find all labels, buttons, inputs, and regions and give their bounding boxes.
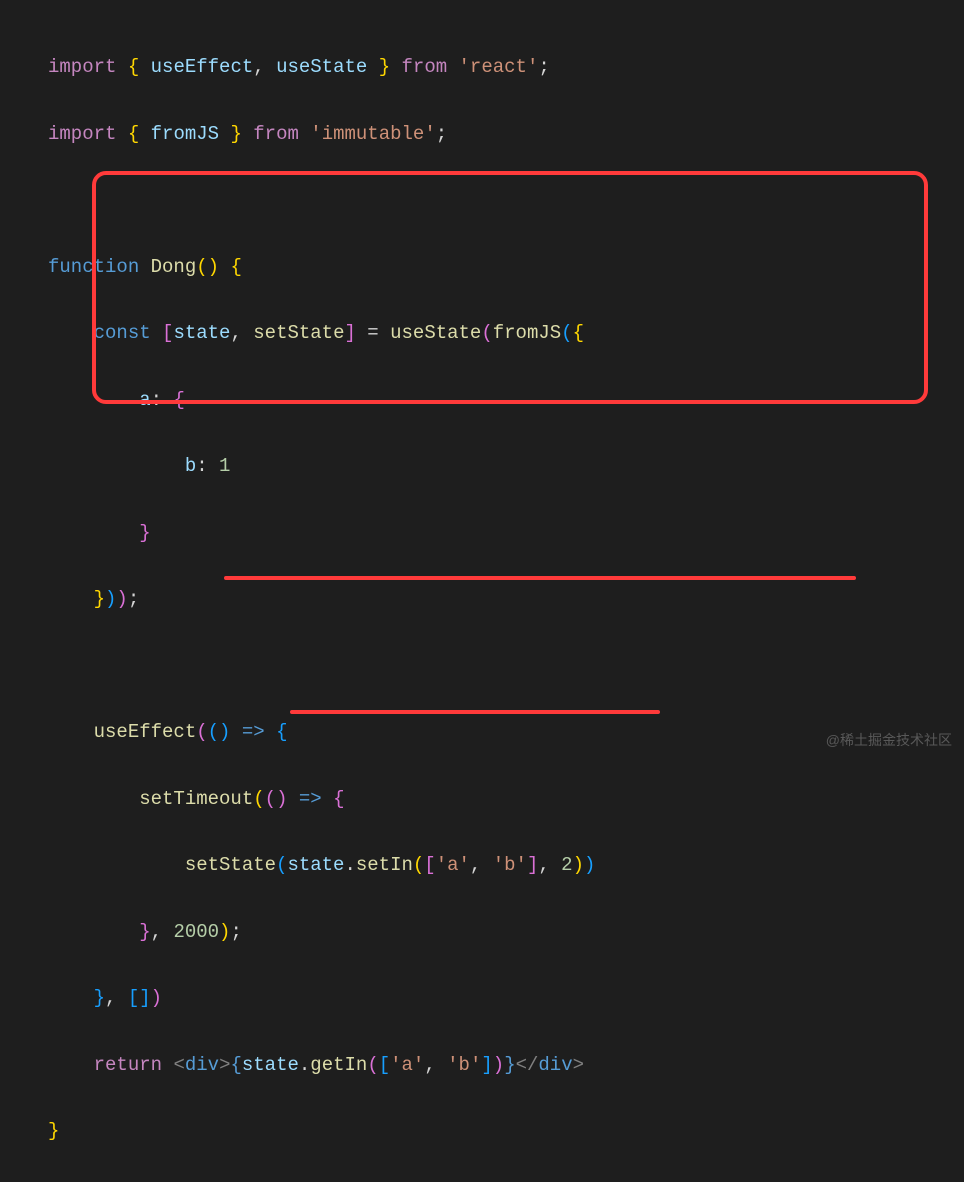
call-fromjs: fromJS <box>493 322 561 344</box>
arrow: => <box>242 721 265 743</box>
keyword-const: const <box>94 322 151 344</box>
code-line-empty <box>48 650 964 683</box>
code-line: return <div>{state.getIn(['a', 'b'])}</d… <box>48 1049 964 1082</box>
identifier-dong: Dong <box>151 256 197 278</box>
jsx-tag-div: div <box>185 1054 219 1076</box>
prop-a: a <box>139 389 150 411</box>
identifier-useeffect: useEffect <box>151 56 254 78</box>
code-line: setState(state.setIn(['a', 'b'], 2)) <box>48 849 964 882</box>
code-line: }, []) <box>48 982 964 1015</box>
identifier-fromjs: fromJS <box>151 123 219 145</box>
highlight-underline <box>290 710 660 714</box>
code-line: setTimeout(() => { <box>48 783 964 816</box>
keyword-import: import <box>48 56 116 78</box>
string-react: 'react' <box>459 56 539 78</box>
call-useeffect: useEffect <box>94 721 197 743</box>
call-setstate: setState <box>185 854 276 876</box>
watermark: @稀土掘金技术社区 <box>826 728 952 753</box>
code-line: } <box>48 1115 964 1148</box>
call-usestate: useState <box>390 322 481 344</box>
identifier-setstate: setState <box>253 322 344 344</box>
string-immutable: 'immutable' <box>310 123 435 145</box>
keyword-return: return <box>94 1054 162 1076</box>
identifier-state: state <box>287 854 344 876</box>
code-line-empty <box>48 184 964 217</box>
identifier-state: state <box>173 322 230 344</box>
code-line: import { useEffect, useState } from 'rea… <box>48 51 964 84</box>
code-line: a: { <box>48 384 964 417</box>
call-getin: getIn <box>310 1054 367 1076</box>
code-line: const [state, setState] = useState(fromJ… <box>48 317 964 350</box>
literal-timeout: 2000 <box>173 921 219 943</box>
literal-two: 2 <box>561 854 572 876</box>
code-line: })); <box>48 583 964 616</box>
keyword-function: function <box>48 256 139 278</box>
call-settimeout: setTimeout <box>139 788 253 810</box>
code-line: }, 2000); <box>48 916 964 949</box>
keyword-from: from <box>402 56 448 78</box>
prop-b: b <box>185 455 196 477</box>
highlight-underline <box>224 576 856 580</box>
code-line: import { fromJS } from 'immutable'; <box>48 118 964 151</box>
code-line: b: 1 <box>48 450 964 483</box>
identifier-state: state <box>242 1054 299 1076</box>
call-setin: setIn <box>356 854 413 876</box>
code-line: function Dong() { <box>48 251 964 284</box>
code-editor: import { useEffect, useState } from 'rea… <box>0 0 964 1182</box>
identifier-usestate: useState <box>276 56 367 78</box>
literal-one: 1 <box>219 455 230 477</box>
code-line: } <box>48 517 964 550</box>
